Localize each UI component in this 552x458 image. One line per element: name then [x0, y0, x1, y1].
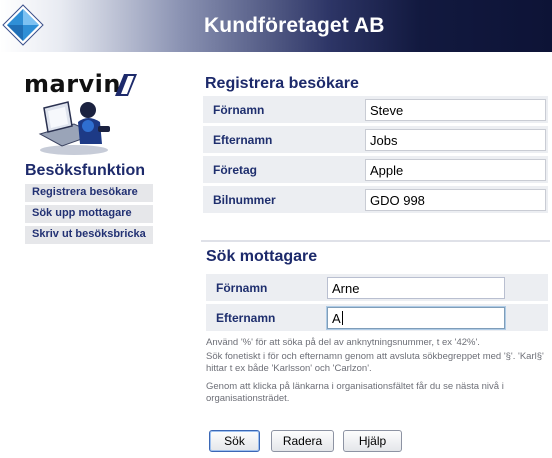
- sidebar-item-sok-upp-mottagare[interactable]: Sök upp mottagare: [25, 205, 153, 223]
- sidebar-menu: Registrera besökare Sök upp mottagare Sk…: [25, 184, 153, 247]
- field-label: Företag: [213, 163, 258, 177]
- field-label: Efternamn: [213, 133, 273, 147]
- marvin-logo: marvin: [24, 70, 138, 156]
- search-row-fornamn: Förnamn Arne: [206, 274, 548, 301]
- car-number-field[interactable]: GDO 998: [365, 189, 546, 211]
- search-first-name-input[interactable]: Arne: [327, 277, 505, 299]
- sidebar-item-skriv-ut-besoksbricka[interactable]: Skriv ut besöksbricka: [25, 226, 153, 244]
- blue-diamond-icon[interactable]: [2, 4, 44, 46]
- help-text-phonetic: Sök fonetiskt i för och efternamn genom …: [206, 351, 544, 374]
- sidebar-section-title: Besöksfunktion: [25, 162, 146, 179]
- form-row-fornamn: Förnamn Steve: [203, 96, 548, 123]
- search-row-efternamn: Efternamn A: [206, 304, 548, 331]
- company-field[interactable]: Apple: [365, 159, 546, 181]
- brand-stripe-icon: [115, 74, 137, 96]
- page-title: Kundföretaget AB: [204, 14, 385, 37]
- search-button[interactable]: Sök: [209, 430, 260, 452]
- first-name-field[interactable]: Steve: [365, 99, 546, 121]
- person-at-computer-icon: [38, 101, 110, 155]
- clear-button[interactable]: Radera: [271, 430, 334, 452]
- sidebar-item-registrera-besokare[interactable]: Registrera besökare: [25, 184, 153, 202]
- search-last-name-value: A: [332, 311, 341, 326]
- help-text-org-links: Genom att klicka på länkarna i organisat…: [206, 381, 504, 404]
- last-name-field[interactable]: Jobs: [365, 129, 546, 151]
- form-row-efternamn: Efternamn Jobs: [203, 126, 548, 153]
- field-label: Bilnummer: [213, 193, 276, 207]
- register-section-title: Registrera besökare: [205, 75, 359, 92]
- help-text-wildcard: Använd '%' för att söka på del av anknyt…: [206, 337, 480, 348]
- field-label: Förnamn: [216, 281, 268, 295]
- field-label: Förnamn: [213, 103, 265, 117]
- form-row-foretag: Företag Apple: [203, 156, 548, 183]
- field-label: Efternamn: [216, 311, 276, 325]
- form-row-bilnummer: Bilnummer GDO 998: [203, 186, 548, 213]
- search-last-name-input[interactable]: A: [327, 307, 505, 329]
- brand-name: marvin: [24, 70, 121, 98]
- help-button[interactable]: Hjälp: [343, 430, 402, 452]
- header-bar: Kundföretaget AB: [0, 0, 552, 52]
- text-caret: [341, 311, 343, 325]
- register-form: Förnamn Steve Efternamn Jobs Företag App…: [203, 96, 548, 216]
- search-section-title: Sök mottagare: [206, 248, 318, 265]
